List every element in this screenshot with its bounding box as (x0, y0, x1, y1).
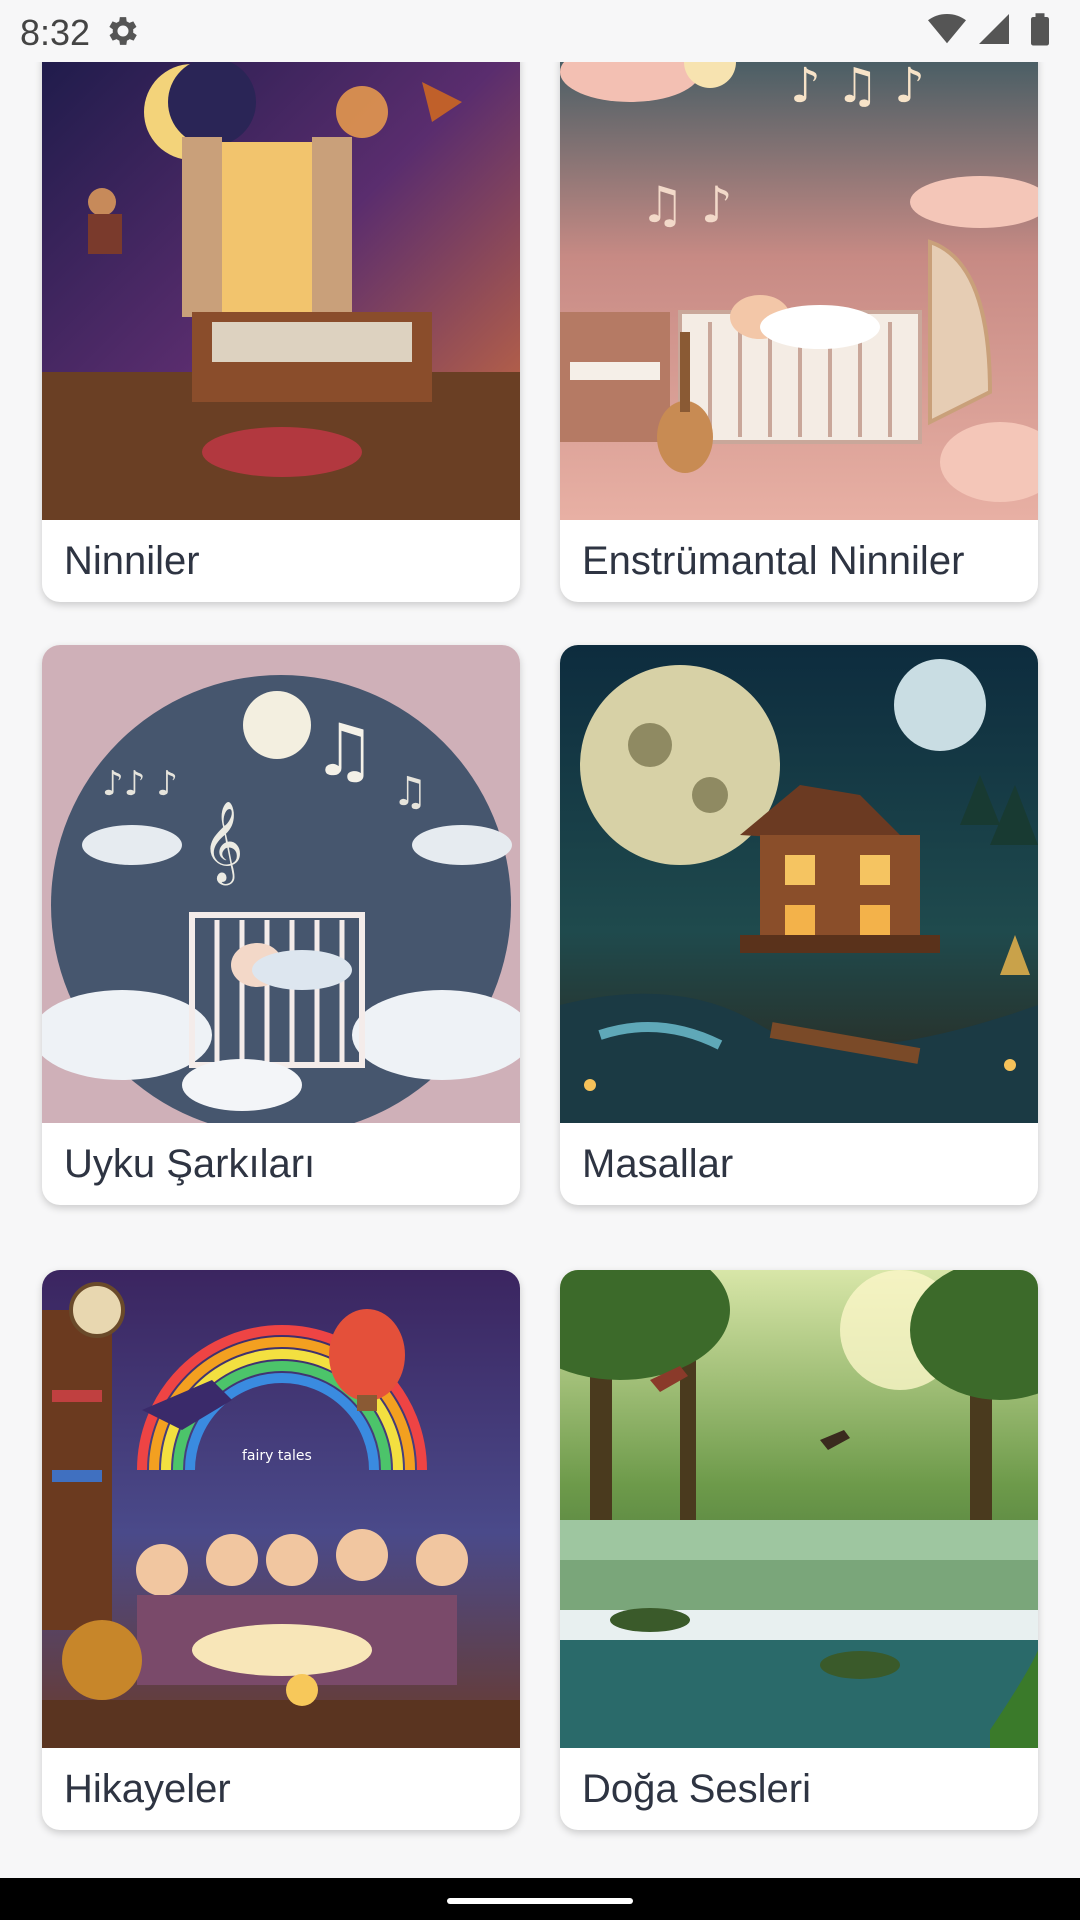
gear-icon (104, 12, 142, 50)
category-image (42, 42, 520, 520)
category-card-doga-sesleri[interactable]: Doğa Sesleri (560, 1270, 1038, 1830)
svg-text:♪ ♫ ♪: ♪ ♫ ♪ (790, 58, 925, 114)
category-label: Doğa Sesleri (582, 1767, 812, 1811)
fairy-tales-text: fairy tales (242, 1448, 312, 1464)
category-card-hikayeler[interactable]: fairy tales Hikayeler (42, 1270, 520, 1830)
category-image: ♪ ♫ ♪ ♫ ♪ (560, 42, 1038, 520)
category-label: Enstrümantal Ninniler (582, 539, 965, 583)
wifi-icon (928, 10, 966, 53)
category-card-masallar[interactable]: Masallar (560, 645, 1038, 1205)
category-card-uyku-sarkilari[interactable]: ♫ ♪♪ ♪ 𝄞 ♫ Uyku Şarkıları (42, 645, 520, 1205)
status-icons (928, 12, 1058, 50)
battery-icon (1022, 10, 1058, 53)
category-label: Hikayeler (64, 1767, 231, 1811)
category-image: ♫ ♪♪ ♪ 𝄞 ♫ (42, 645, 520, 1123)
category-label: Uyku Şarkıları (64, 1142, 316, 1186)
category-label: Masallar (582, 1142, 734, 1186)
svg-text:♫: ♫ (312, 708, 377, 792)
svg-text:♫: ♫ (392, 769, 428, 815)
status-time: 8:32 (20, 12, 91, 53)
category-image (560, 645, 1038, 1123)
category-card-ninniler[interactable]: Ninniler (42, 42, 520, 602)
home-gesture-handle[interactable] (447, 1898, 633, 1904)
category-card-enstrumantal-ninniler[interactable]: ♪ ♫ ♪ ♫ ♪ Enstrümantal Ninniler (560, 42, 1038, 602)
svg-text:𝄞: 𝄞 (202, 800, 243, 885)
svg-text:♪♪ ♪: ♪♪ ♪ (102, 764, 178, 804)
status-bar: 8:32 (0, 0, 1080, 62)
svg-text:♫ ♪: ♫ ♪ (640, 176, 733, 234)
category-image (560, 1270, 1038, 1748)
category-label: Ninniler (64, 539, 200, 583)
category-image: fairy tales (42, 1270, 520, 1748)
signal-icon (976, 11, 1012, 52)
